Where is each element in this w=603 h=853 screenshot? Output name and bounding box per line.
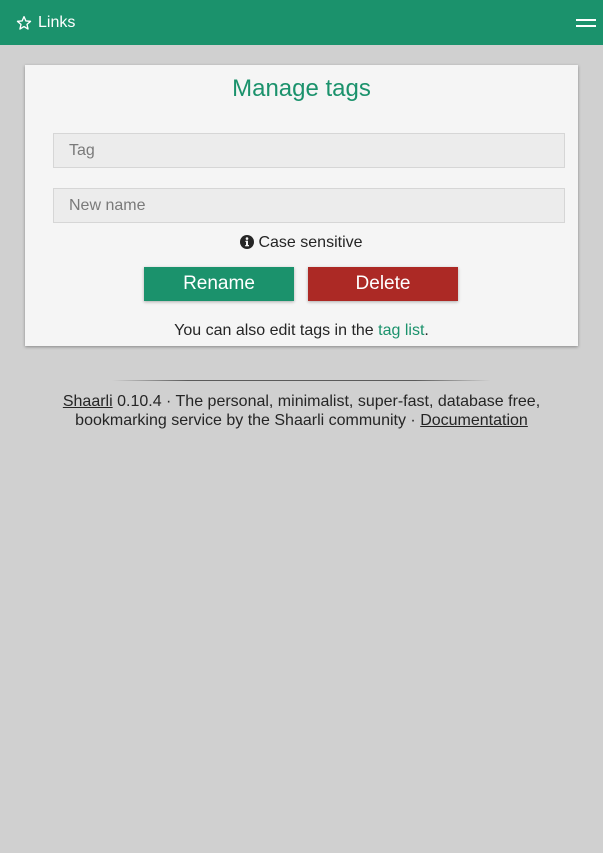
tag-list-link[interactable]: tag list [378, 322, 424, 339]
footer-divider [112, 380, 491, 381]
case-sensitive-label: Case sensitive [258, 234, 363, 251]
hamburger-menu-icon[interactable] [576, 14, 596, 28]
star-outline-icon [16, 15, 32, 31]
delete-button[interactable]: Delete [308, 267, 458, 301]
tag-input[interactable] [53, 133, 565, 168]
links-nav-link[interactable]: Links [16, 12, 75, 34]
new-name-input[interactable] [53, 188, 565, 223]
top-navigation-bar: Links [0, 0, 603, 45]
documentation-link[interactable]: Documentation [420, 412, 528, 429]
shaarli-link[interactable]: Shaarli [63, 393, 113, 410]
info-circle-icon [240, 235, 255, 255]
page-title: Manage tags [232, 75, 371, 102]
links-label: Links [38, 14, 76, 31]
rename-button[interactable]: Rename [144, 267, 294, 301]
case-sensitive-hint: Case sensitive [0, 233, 603, 255]
tag-list-note-prefix: You can also edit tags in the [174, 322, 374, 339]
tag-list-note-suffix: . [424, 322, 429, 339]
tag-list-note: You can also edit tags in the tag list. [0, 321, 603, 341]
footer: Shaarli 0.10.4 · The personal, minimalis… [40, 392, 563, 430]
